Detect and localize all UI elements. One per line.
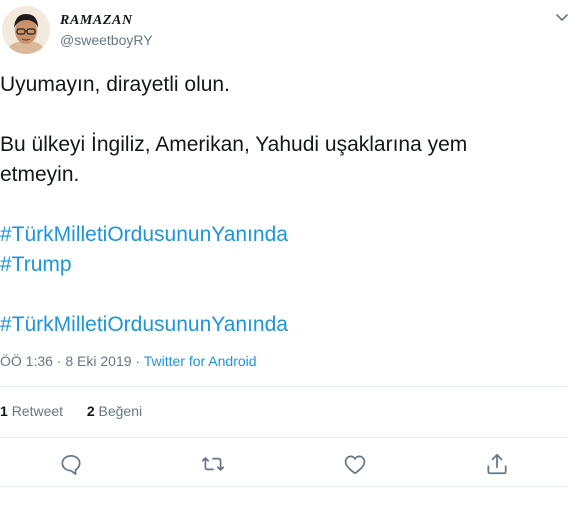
tweet-stats: 1 Retweet 2 Beğeni [0,403,142,419]
share-icon[interactable] [484,451,510,477]
hashtag-link[interactable]: #TürkMilletiOrdusununYanında [0,220,575,250]
user-handle[interactable]: @sweetboyRY [60,32,153,48]
like-stat[interactable]: 2 Beğeni [87,403,142,419]
retweet-stat[interactable]: 1 Retweet [0,403,63,419]
display-name[interactable]: RAMAZAN [60,13,133,29]
tweet-line: etmeyin. [0,163,80,186]
tweet-header: RAMAZAN @sweetboyRY [0,0,583,60]
retweet-count: 1 [0,403,8,419]
tweet-line: Uyumayın, dirayetli olun. [0,73,230,96]
tweet-meta: ÖÖ 1:36 · 8 Eki 2019 · Twitter for Andro… [0,353,257,369]
divider [0,437,568,438]
reply-icon[interactable] [58,451,84,477]
retweet-label: Retweet [11,403,64,419]
timestamp[interactable]: ÖÖ 1:36 · 8 Eki 2019 · [0,353,144,369]
hashtag-link[interactable]: #Trump [0,250,575,280]
retweet-icon[interactable] [200,451,226,477]
tweet-text: Uyumayın, dirayetli olun. Bu ülkeyi İngi… [0,70,575,340]
source-link[interactable]: Twitter for Android [144,353,257,369]
chevron-down-icon[interactable] [554,9,570,25]
tweet-actions [0,448,583,480]
divider [0,386,568,387]
hashtag-link[interactable]: #TürkMilletiOrdusununYanında [0,310,575,340]
like-icon[interactable] [342,451,368,477]
tweet-line: Bu ülkeyi İngiliz, Amerikan, Yahudi uşak… [0,133,468,156]
divider [0,486,568,487]
avatar[interactable] [2,6,50,54]
like-label: Beğeni [98,403,143,419]
like-count: 2 [86,403,95,419]
